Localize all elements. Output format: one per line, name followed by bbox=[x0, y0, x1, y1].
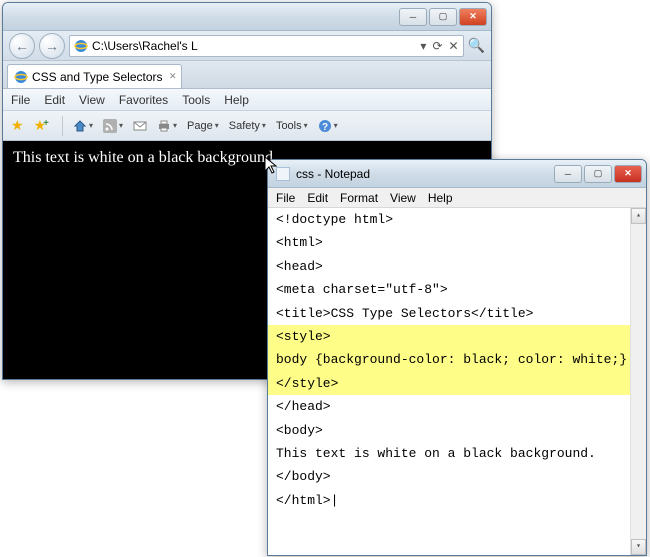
code-line: <style> bbox=[268, 325, 646, 348]
print-icon bbox=[157, 119, 171, 133]
scroll-up-button[interactable]: ▴ bbox=[631, 208, 646, 224]
tools-menu[interactable]: Tools▾ bbox=[276, 120, 308, 132]
print-button[interactable]: ▾ bbox=[157, 119, 177, 133]
mouse-cursor-icon bbox=[264, 156, 280, 181]
code-line: <head> bbox=[268, 255, 646, 278]
page-menu[interactable]: Page▾ bbox=[187, 120, 219, 132]
help-button[interactable]: ? ▾ bbox=[318, 119, 338, 133]
notepad-window: css - Notepad ─ ▢ ✕ File Edit Format Vie… bbox=[267, 159, 647, 556]
notepad-window-controls: ─ ▢ ✕ bbox=[554, 165, 646, 183]
tab-close-icon[interactable]: ✕ bbox=[169, 71, 177, 82]
home-icon bbox=[73, 119, 87, 133]
mail-icon bbox=[133, 119, 147, 133]
ie-tabstrip: CSS and Type Selectors ✕ bbox=[3, 61, 491, 89]
code-line: <meta charset="utf-8"> bbox=[268, 278, 646, 301]
menu-view[interactable]: View bbox=[79, 93, 105, 107]
menu-help[interactable]: Help bbox=[428, 191, 453, 205]
close-button[interactable]: ✕ bbox=[459, 8, 487, 26]
maximize-button[interactable]: ▢ bbox=[429, 8, 457, 26]
minimize-button[interactable]: ─ bbox=[554, 165, 582, 183]
ie-toolbar: ★ ★+ ▾ ▾ ▾ Page▾ Safety▾ Tools▾ ? ▾ bbox=[3, 111, 491, 141]
notepad-menubar: File Edit Format View Help bbox=[268, 188, 646, 208]
menu-edit[interactable]: Edit bbox=[44, 93, 65, 107]
maximize-button[interactable]: ▢ bbox=[584, 165, 612, 183]
code-line: </html>| bbox=[268, 489, 646, 512]
ie-menubar: File Edit View Favorites Tools Help bbox=[3, 89, 491, 111]
help-icon: ? bbox=[318, 119, 332, 133]
close-button[interactable]: ✕ bbox=[614, 165, 642, 183]
add-favorite-icon[interactable]: ★+ bbox=[34, 117, 52, 134]
code-line: body {background-color: black; color: wh… bbox=[268, 348, 646, 371]
feeds-button[interactable]: ▾ bbox=[103, 119, 123, 133]
ie-titlebar[interactable]: ─ ▢ ✕ bbox=[3, 3, 491, 31]
notepad-title: css - Notepad bbox=[296, 167, 370, 181]
vertical-scrollbar[interactable]: ▴ ▾ bbox=[630, 208, 646, 555]
menu-help[interactable]: Help bbox=[224, 93, 249, 107]
notepad-titlebar[interactable]: css - Notepad ─ ▢ ✕ bbox=[268, 160, 646, 188]
code-line: <!doctype html> bbox=[268, 208, 646, 231]
code-line: </head> bbox=[268, 395, 646, 418]
menu-format[interactable]: Format bbox=[340, 191, 378, 205]
scroll-down-button[interactable]: ▾ bbox=[631, 539, 646, 555]
code-line: <body> bbox=[268, 419, 646, 442]
ie-nav-row: ← → C:\Users\Rachel's L ▾ ⟳ ✕ 🔍 bbox=[3, 31, 491, 61]
mail-button[interactable] bbox=[133, 119, 147, 133]
address-dropdown-icon[interactable]: ▾ bbox=[420, 39, 426, 53]
forward-button[interactable]: → bbox=[39, 33, 65, 59]
menu-view[interactable]: View bbox=[390, 191, 416, 205]
stop-icon[interactable]: ✕ bbox=[449, 39, 459, 53]
menu-file[interactable]: File bbox=[11, 93, 30, 107]
page-body-text: This text is white on a black background… bbox=[13, 149, 277, 166]
ie-logo-icon bbox=[74, 39, 88, 53]
code-line: <title>CSS Type Selectors</title> bbox=[268, 302, 646, 325]
address-text: C:\Users\Rachel's L bbox=[92, 39, 198, 53]
menu-edit[interactable]: Edit bbox=[307, 191, 328, 205]
code-line: This text is white on a black background… bbox=[268, 442, 646, 465]
favorites-star-icon[interactable]: ★ bbox=[11, 117, 24, 134]
menu-tools[interactable]: Tools bbox=[182, 93, 210, 107]
home-button[interactable]: ▾ bbox=[73, 119, 93, 133]
address-bar[interactable]: C:\Users\Rachel's L ▾ ⟳ ✕ bbox=[69, 35, 464, 57]
safety-menu[interactable]: Safety▾ bbox=[229, 120, 266, 132]
ie-logo-icon bbox=[14, 70, 28, 84]
back-button[interactable]: ← bbox=[9, 33, 35, 59]
menu-file[interactable]: File bbox=[276, 191, 295, 205]
rss-icon bbox=[103, 119, 117, 133]
code-line: <html> bbox=[268, 231, 646, 254]
ie-window-controls: ─ ▢ ✕ bbox=[399, 8, 491, 26]
code-line: </style> bbox=[268, 372, 646, 395]
ie-tab[interactable]: CSS and Type Selectors ✕ bbox=[7, 64, 182, 88]
notepad-text-area[interactable]: <!doctype html><html><head><meta charset… bbox=[268, 208, 646, 555]
search-icon[interactable]: 🔍 bbox=[468, 37, 485, 54]
svg-text:?: ? bbox=[322, 122, 328, 133]
tab-title: CSS and Type Selectors bbox=[32, 70, 163, 84]
menu-favorites[interactable]: Favorites bbox=[119, 93, 168, 107]
toolbar-divider bbox=[62, 116, 63, 136]
minimize-button[interactable]: ─ bbox=[399, 8, 427, 26]
refresh-icon[interactable]: ⟳ bbox=[432, 39, 442, 53]
code-line: </body> bbox=[268, 465, 646, 488]
